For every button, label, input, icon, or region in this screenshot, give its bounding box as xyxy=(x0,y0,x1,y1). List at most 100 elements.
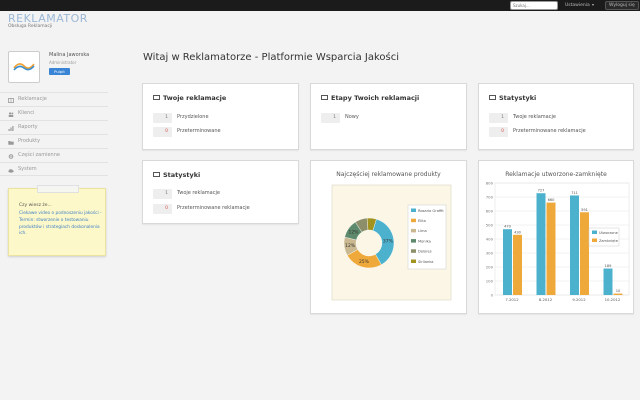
note-tape xyxy=(37,185,79,193)
data-label: 711 xyxy=(571,191,578,195)
legend-label: Monika xyxy=(418,239,431,243)
list-item[interactable]: 0 Przeterminowane reklamacje xyxy=(153,204,250,214)
legend-swatch xyxy=(411,259,416,263)
list-item[interactable]: 1 Nowy xyxy=(321,113,359,123)
slice-label: 25% xyxy=(359,259,370,265)
panel-statystyki: Statystyki 1 Twoje reklamacje 0 Przetermin… xyxy=(478,83,634,150)
bar xyxy=(570,195,579,295)
sidebar-item-label: Raporty xyxy=(18,124,38,130)
legend-label: Dolores xyxy=(418,250,432,254)
user-name[interactable]: Malina Jaworska xyxy=(49,52,89,58)
x-tick-label: 10.2012 xyxy=(605,297,621,302)
sidebar: Reklamacje Klienci Raporty Produkty Częś… xyxy=(0,92,108,176)
panel-bar-chart: Reklamacje utworzone-zamknięte 0 100 200 30… xyxy=(478,160,634,314)
y-tick-label: 600 xyxy=(486,208,494,213)
data-label: 10 xyxy=(616,289,621,293)
sidebar-item-system[interactable]: System xyxy=(0,162,108,176)
sidebar-item-label: Reklamacje xyxy=(18,96,47,102)
row-label: Twoje reklamacje xyxy=(513,114,556,120)
image-icon xyxy=(153,171,160,177)
x-tick-label: 7.2012 xyxy=(505,297,519,302)
panel-title-text: Statystyki xyxy=(163,171,201,179)
note-title: Czy wiesz że... xyxy=(19,203,52,208)
bar xyxy=(546,202,556,295)
slice-label: 12% xyxy=(345,243,356,249)
row-label: Przeterminowane reklamacje xyxy=(177,205,250,211)
panel-title-text: Etapy Twoich reklamacji xyxy=(331,94,420,102)
sidebar-item-label: System xyxy=(18,166,37,172)
pie-chart: 37% 25% 12% 12% Rosario Graffit Elita Lima Moni… xyxy=(331,184,452,301)
list-item[interactable]: 1 Twoje reklamacje xyxy=(489,113,556,123)
y-tick-label: 400 xyxy=(486,236,494,241)
panel-title-text: Statystyki xyxy=(499,94,537,102)
image-icon xyxy=(321,94,328,100)
logo[interactable]: REKLAMATOR Obsługa Reklamacji xyxy=(8,12,88,29)
sidebar-item-czesci[interactable]: Części zamienne xyxy=(0,148,108,162)
bar xyxy=(580,212,589,295)
panel-title: Statystyki xyxy=(489,94,536,102)
sidebar-item-label: Produkty xyxy=(18,138,41,144)
image-icon xyxy=(489,94,496,100)
settings-label: Ustawienia xyxy=(565,3,590,8)
image-icon xyxy=(153,94,160,100)
dashboard-badge[interactable]: Pulpit xyxy=(49,68,70,75)
row-label: Przeterminowane reklamacje xyxy=(513,128,586,134)
count-badge: 0 xyxy=(153,127,172,137)
count-badge: 1 xyxy=(489,113,508,123)
legend-swatch xyxy=(411,228,416,233)
count-badge: 1 xyxy=(321,113,340,123)
data-label: 189 xyxy=(605,264,613,268)
user-role: Administrator xyxy=(49,60,77,65)
slice-label: 37% xyxy=(383,239,394,245)
note-link[interactable]: Ciekawe video o podnoszeniu jakości - Te… xyxy=(19,211,103,238)
count-badge: 0 xyxy=(489,127,508,137)
legend-label: Lima xyxy=(418,229,427,233)
sidebar-item-raporty[interactable]: Raporty xyxy=(0,120,108,134)
legend-label: Elita xyxy=(418,219,426,223)
legend-swatch xyxy=(592,238,597,242)
bar xyxy=(503,229,512,295)
panel-statystyki-2: Statystyki 1 Twoje reklamacje 0 Przetermin… xyxy=(142,160,299,224)
cloud-icon xyxy=(8,166,14,173)
search-input[interactable] xyxy=(510,1,558,10)
panel-twoje-reklamacje: Twoje reklamacje 1 Przydzielone 0 Przeterm… xyxy=(142,83,299,150)
row-label: Twoje reklamacje xyxy=(177,190,220,196)
sidebar-item-label: Klienci xyxy=(18,110,35,116)
legend-label: Sirilanka xyxy=(418,260,433,264)
list-item[interactable]: 0 Przeterminowane xyxy=(153,127,221,137)
panel-title-text: Twoje reklamacje xyxy=(163,94,227,102)
legend-swatch xyxy=(411,249,416,253)
x-tick-label: 9.2012 xyxy=(572,297,586,302)
data-label: 660 xyxy=(548,198,556,202)
data-label: 430 xyxy=(514,230,522,234)
settings-menu[interactable]: Ustawienia xyxy=(565,1,594,10)
logout-label: Wyloguj się xyxy=(609,3,635,8)
y-tick-label: 100 xyxy=(486,278,494,283)
folder-icon xyxy=(8,138,14,145)
bar xyxy=(613,293,623,295)
panel-pie-chart: Najczęściej reklamowane produkty 37% 25% 1… xyxy=(310,160,467,314)
row-label: Nowy xyxy=(345,114,359,120)
bar xyxy=(513,234,522,295)
list-item[interactable]: 0 Przeterminowane reklamacje xyxy=(489,127,586,137)
sidebar-item-label: Części zamienne xyxy=(18,152,60,158)
tip-note: Czy wiesz że... Ciekawe video o podnosze… xyxy=(8,185,106,256)
list-item[interactable]: 1 Przydzielone xyxy=(153,113,209,123)
data-label: 470 xyxy=(504,225,512,229)
wave-logo-icon xyxy=(13,63,35,71)
page-title: Witaj w Reklamatorze - Platformie Wsparc… xyxy=(143,52,399,63)
logout-button[interactable]: Wyloguj się xyxy=(605,1,639,10)
sidebar-item-produkty[interactable]: Produkty xyxy=(0,134,108,148)
y-tick-label: 800 xyxy=(486,180,494,185)
users-icon xyxy=(8,110,14,117)
count-badge: 1 xyxy=(153,113,172,123)
data-label: 727 xyxy=(538,189,545,193)
y-tick-label: 300 xyxy=(486,250,494,255)
list-item[interactable]: 1 Twoje reklamacje xyxy=(153,189,220,199)
sidebar-item-reklamacje[interactable]: Reklamacje xyxy=(0,92,108,106)
avatar[interactable] xyxy=(8,51,40,83)
book-icon xyxy=(8,96,14,103)
bar-chart-icon xyxy=(8,124,14,131)
bar-chart: 0 100 200 300 400 500 600 700 800 470430 7.2012 727… xyxy=(486,180,630,302)
sidebar-item-klienci[interactable]: Klienci xyxy=(0,106,108,120)
